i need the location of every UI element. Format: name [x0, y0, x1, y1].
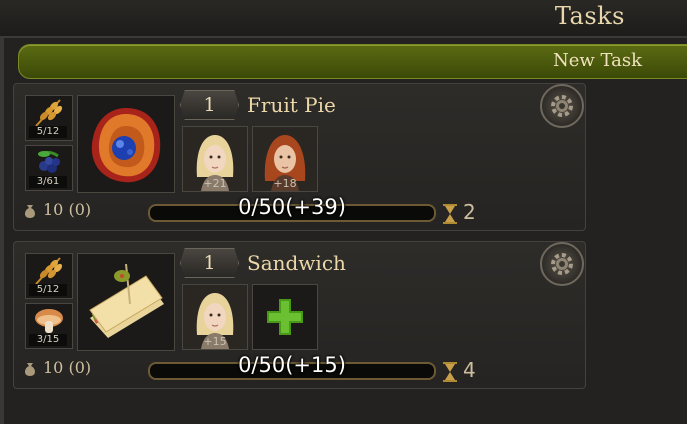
coin-cost: 10 (0) [21, 357, 91, 379]
task-card-sandwich: 5/12 3/15 1 Sandwich +15 10 (0) 0/50(+15… [13, 241, 586, 389]
ingredient-slot[interactable]: 3/61 [25, 145, 73, 191]
gear-icon [551, 95, 573, 117]
gear-icon [551, 253, 573, 275]
coin-bag-icon [25, 204, 35, 218]
new-task-label: New Task [552, 50, 642, 71]
worker-bonus: +15 [203, 335, 227, 348]
task-timer: 2 [443, 200, 476, 224]
worker-bonus: +18 [273, 177, 297, 190]
task-settings-button[interactable] [540, 242, 584, 286]
hourglass-icon [443, 203, 457, 224]
ingredient-count: 3/61 [29, 176, 67, 188]
add-worker-button[interactable] [252, 284, 318, 350]
progress-text: 0/50(+39) [238, 195, 346, 219]
coin-cost: 10 (0) [21, 199, 91, 221]
page-title: Tasks [554, 2, 625, 30]
timer-value: 2 [463, 200, 476, 224]
coin-value: 10 (0) [43, 200, 92, 219]
ingredient-slot[interactable]: 5/12 [25, 95, 73, 141]
task-level-badge: 1 [180, 248, 239, 278]
ingredient-slot[interactable]: 3/15 [25, 303, 73, 349]
worker-bonus: +21 [203, 177, 227, 190]
ingredient-count: 3/15 [29, 334, 67, 346]
add-worker-plus-icon [267, 299, 303, 335]
worker-slot[interactable]: +18 [252, 126, 318, 192]
task-timer: 4 [443, 358, 476, 382]
sandwich-icon [89, 263, 164, 338]
fruit-pie-icon [91, 108, 161, 183]
hourglass-icon [443, 361, 457, 382]
worker-slot[interactable]: +21 [182, 126, 248, 192]
new-task-button[interactable]: New Task [18, 44, 687, 79]
timer-value: 4 [463, 358, 476, 382]
mushroom-icon [35, 309, 63, 333]
wheat-icon [35, 99, 63, 127]
coin-value: 10 (0) [43, 358, 92, 377]
progress-text: 0/50(+15) [238, 353, 346, 377]
task-name: Sandwich [247, 251, 346, 275]
ingredient-count: 5/12 [29, 126, 67, 138]
task-name: Fruit Pie [247, 93, 336, 117]
coin-bag-icon [25, 362, 35, 376]
top-bar: Tasks [0, 0, 687, 38]
ingredient-count: 5/12 [29, 284, 67, 296]
task-settings-button[interactable] [540, 84, 584, 128]
task-level-badge: 1 [180, 90, 239, 120]
left-rail [0, 38, 4, 424]
product-slot[interactable] [77, 253, 175, 351]
ingredient-slot[interactable]: 5/12 [25, 253, 73, 299]
berries-icon [38, 150, 60, 173]
wheat-icon [35, 257, 63, 285]
product-slot[interactable] [77, 95, 175, 193]
task-card-fruit-pie: 5/12 3/61 1 Fruit Pie +21 +18 10 (0) 0/5… [13, 83, 586, 231]
worker-slot[interactable]: +15 [182, 284, 248, 350]
